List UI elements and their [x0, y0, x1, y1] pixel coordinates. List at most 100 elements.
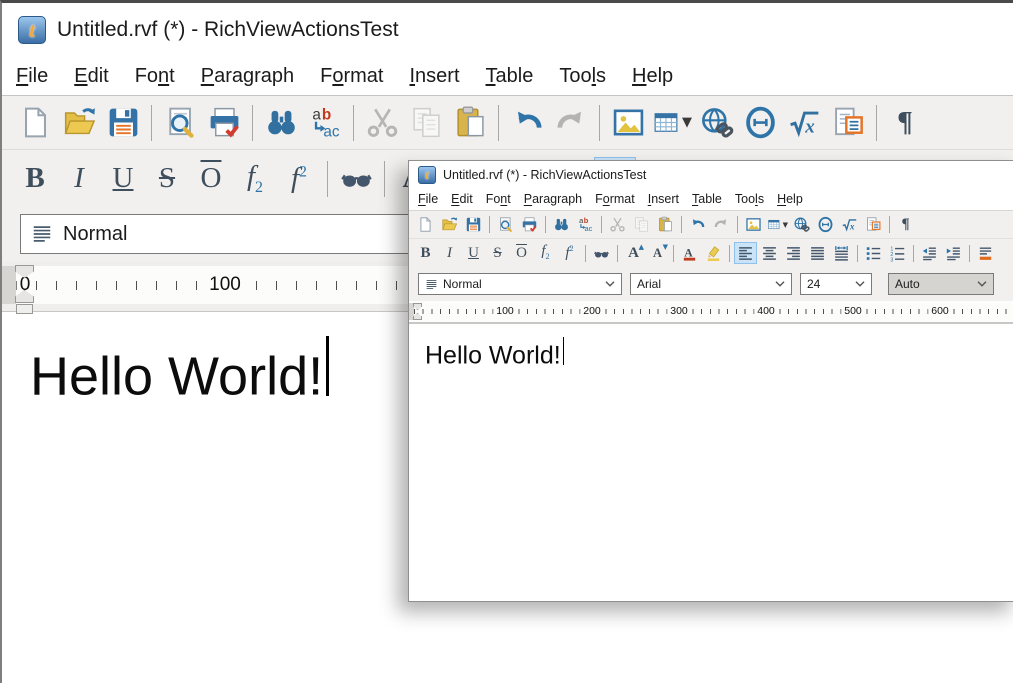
save-file-button[interactable] — [102, 101, 144, 145]
quick-print-button[interactable] — [518, 214, 541, 236]
open-file-button[interactable] — [58, 101, 100, 145]
bold-button[interactable]: B — [14, 157, 56, 201]
insert-picture-button[interactable] — [607, 101, 649, 145]
superscript-button[interactable]: f2 — [278, 157, 320, 201]
menu-tools[interactable]: Tools — [559, 65, 606, 88]
justify-button[interactable] — [806, 242, 829, 264]
menu-edit[interactable]: Edit — [451, 192, 473, 206]
style-combo[interactable]: Normal — [418, 273, 622, 295]
align-right-button[interactable] — [782, 242, 805, 264]
print-preview-button[interactable] — [159, 101, 201, 145]
menu-help[interactable]: Help — [777, 192, 803, 206]
strikethrough-button[interactable]: S — [486, 242, 509, 264]
menu-paragraph[interactable]: Paragraph — [524, 192, 582, 206]
show-formatting-marks-button[interactable]: ¶ — [884, 101, 926, 145]
redo-button[interactable] — [710, 214, 733, 236]
text-special-effects-button[interactable] — [335, 157, 377, 201]
menu-table[interactable]: Table — [486, 65, 534, 88]
quick-print-button[interactable] — [203, 101, 245, 145]
insert-horizontal-space-button[interactable] — [739, 101, 781, 145]
copy-button[interactable] — [630, 214, 653, 236]
insert-document-button[interactable] — [862, 214, 885, 236]
bullet-list-button[interactable] — [862, 242, 885, 264]
replace-button[interactable] — [574, 214, 597, 236]
cut-button[interactable] — [606, 214, 629, 236]
grow-font-button[interactable]: A▲ — [622, 242, 645, 264]
redo-button[interactable] — [550, 101, 592, 145]
menu-paragraph[interactable]: Paragraph — [201, 65, 294, 88]
menu-file[interactable]: File — [16, 65, 48, 88]
dropdown-caret-icon[interactable]: ▼ — [783, 221, 788, 229]
insert-table-button[interactable]: ▼ — [651, 101, 693, 145]
overline-button[interactable]: O — [510, 242, 533, 264]
cut-button[interactable] — [361, 101, 403, 145]
paragraph-color-button[interactable] — [974, 242, 997, 264]
indent-box-marker[interactable] — [16, 304, 33, 314]
menu-file[interactable]: File — [418, 192, 438, 206]
new-document-button[interactable] — [14, 101, 56, 145]
insert-equation-button[interactable] — [838, 214, 861, 236]
dropdown-caret-icon[interactable]: ▼ — [682, 115, 692, 130]
open-file-button[interactable] — [438, 214, 461, 236]
insert-picture-button[interactable] — [742, 214, 765, 236]
document-area[interactable]: Hello World! — [409, 323, 1013, 601]
font-color-button[interactable] — [678, 242, 701, 264]
menu-font[interactable]: Font — [135, 65, 175, 88]
show-formatting-marks-icon: ¶ — [897, 108, 913, 137]
title-bar[interactable]: t Untitled.rvf (*) - RichViewActionsTest — [2, 3, 1013, 57]
insert-hyperlink-button[interactable] — [695, 101, 737, 145]
new-document-button[interactable] — [414, 214, 437, 236]
distribute-button[interactable] — [830, 242, 853, 264]
text-highlight-button[interactable] — [702, 242, 725, 264]
menu-format[interactable]: Format — [320, 65, 383, 88]
menu-format[interactable]: Format — [595, 192, 635, 206]
increase-indent-button[interactable] — [942, 242, 965, 264]
text-cursor — [326, 336, 329, 396]
font-name-combo[interactable]: Arial — [630, 273, 792, 295]
insert-equation-button[interactable] — [783, 101, 825, 145]
paste-button[interactable] — [654, 214, 677, 236]
menu-font[interactable]: Font — [486, 192, 511, 206]
find-button[interactable] — [550, 214, 573, 236]
menu-edit[interactable]: Edit — [74, 65, 108, 88]
subscript-button[interactable]: f2 — [534, 242, 557, 264]
save-file-button[interactable] — [462, 214, 485, 236]
copy-button[interactable] — [405, 101, 447, 145]
overline-button[interactable]: O — [190, 157, 232, 201]
align-center-button[interactable] — [758, 242, 781, 264]
superscript-button[interactable]: f2 — [558, 242, 581, 264]
insert-hyperlink-button[interactable] — [790, 214, 813, 236]
show-formatting-marks-button[interactable]: ¶ — [894, 214, 917, 236]
menu-insert[interactable]: Insert — [648, 192, 679, 206]
italic-button[interactable]: I — [58, 157, 100, 201]
menu-insert[interactable]: Insert — [409, 65, 459, 88]
shrink-font-button[interactable]: A▼ — [646, 242, 669, 264]
insert-table-button[interactable]: ▼ — [766, 214, 789, 236]
undo-button[interactable] — [506, 101, 548, 145]
find-icon — [553, 216, 570, 233]
decrease-indent-button[interactable] — [918, 242, 941, 264]
open-file-icon — [441, 216, 458, 233]
text-special-effects-button[interactable] — [590, 242, 613, 264]
menu-help[interactable]: Help — [632, 65, 673, 88]
replace-button[interactable] — [304, 101, 346, 145]
subscript-button[interactable]: f2 — [234, 157, 276, 201]
strikethrough-button[interactable]: S — [146, 157, 188, 201]
menu-tools[interactable]: Tools — [735, 192, 764, 206]
italic-button[interactable]: I — [438, 242, 461, 264]
insert-horizontal-space-button[interactable] — [814, 214, 837, 236]
find-button[interactable] — [260, 101, 302, 145]
bold-button[interactable]: B — [414, 242, 437, 264]
numbered-list-button[interactable] — [886, 242, 909, 264]
insert-document-button[interactable] — [827, 101, 869, 145]
print-preview-button[interactable] — [494, 214, 517, 236]
underline-button[interactable]: U — [462, 242, 485, 264]
align-left-button[interactable] — [734, 242, 757, 264]
zoom-combo[interactable]: Auto — [888, 273, 994, 295]
paste-button[interactable] — [449, 101, 491, 145]
font-size-combo[interactable]: 24 — [800, 273, 872, 295]
title-bar[interactable]: t Untitled.rvf (*) - RichViewActionsTest — [409, 161, 1013, 188]
menu-table[interactable]: Table — [692, 192, 722, 206]
undo-button[interactable] — [686, 214, 709, 236]
underline-button[interactable]: U — [102, 157, 144, 201]
